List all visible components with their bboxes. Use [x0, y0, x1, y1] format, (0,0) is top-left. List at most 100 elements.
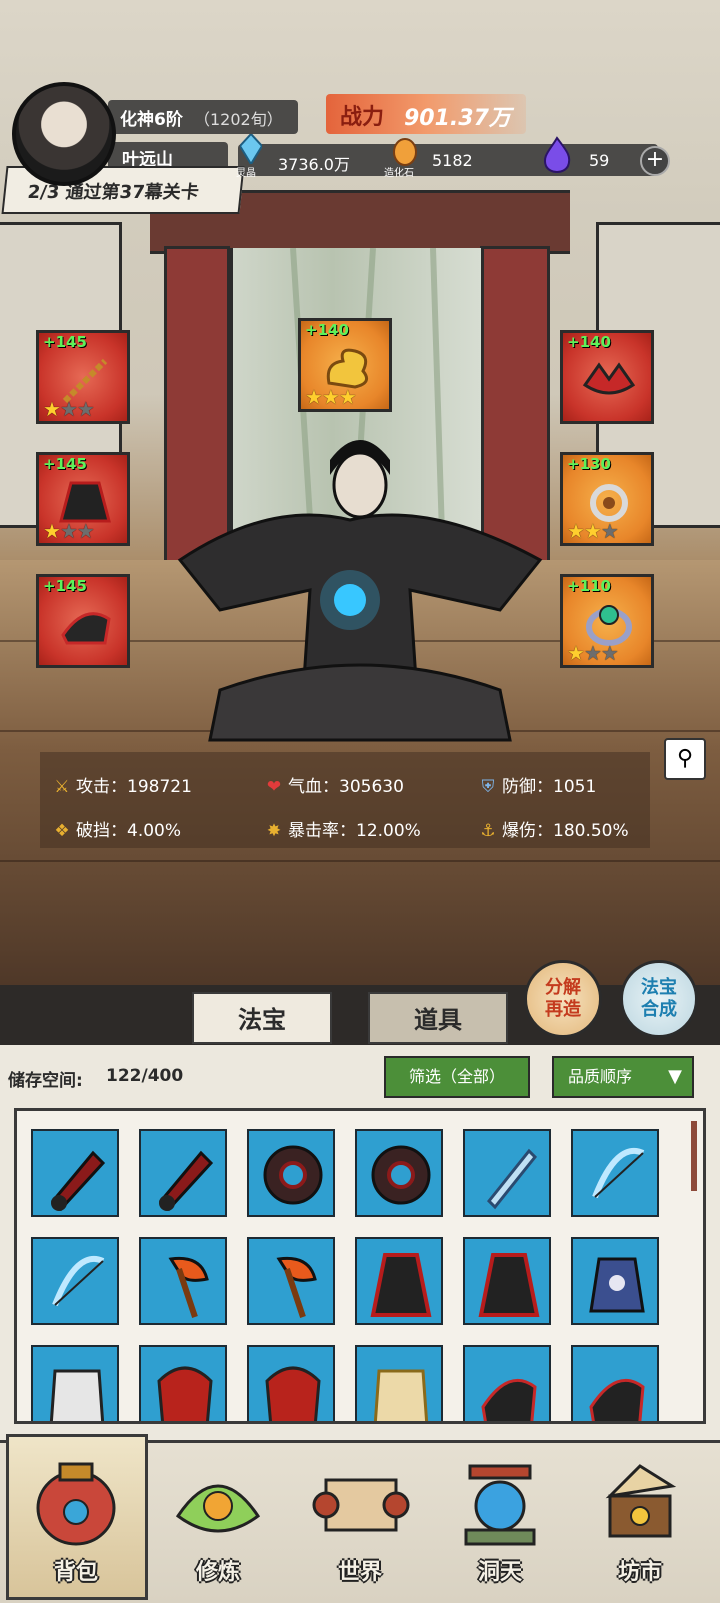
market-icon: [605, 1464, 677, 1538]
nav-market-label: 坊市: [617, 1560, 662, 1585]
nav-bag[interactable]: 背包: [16, 1446, 136, 1596]
decompose-button[interactable]: 分解 再造: [524, 960, 602, 1038]
bag-item-slot[interactable]: [463, 1345, 551, 1421]
star-rating: ★★★: [43, 397, 95, 421]
resource-1-value: 3736.0万: [278, 155, 350, 174]
enhance-level: +140: [567, 333, 611, 351]
nav-world[interactable]: 世界: [300, 1446, 420, 1596]
bag-item-slot[interactable]: [139, 1129, 227, 1217]
star-rating: ★★★: [43, 519, 95, 543]
equip-slot-headgear[interactable]: +140: [560, 330, 654, 424]
bag-item-slot[interactable]: [139, 1237, 227, 1325]
star-rating: ★★★: [567, 641, 619, 665]
power-label: 战力: [340, 105, 385, 130]
nav-world-label: 世界: [337, 1560, 382, 1585]
red-dagger-icon: [158, 1150, 214, 1212]
bag-item-slot[interactable]: [355, 1129, 443, 1217]
storage-value: 122/400: [106, 1066, 184, 1086]
equip-slot-treasure[interactable]: +140 ★★★: [298, 318, 392, 412]
white-armor-icon: [49, 1369, 105, 1421]
realm-text: 化神6阶: [120, 110, 183, 130]
scroll-icon: [312, 1478, 410, 1532]
stat-break: ❖ 破挡：4.00%: [52, 816, 181, 841]
realm-bar: 化神6阶 （1202旬）: [108, 100, 298, 134]
stat-attack: ⚔ 攻击：198721: [52, 772, 192, 797]
bag-item-slot[interactable]: [571, 1237, 659, 1325]
bag-item-slot[interactable]: [571, 1345, 659, 1421]
lotus-icon: [175, 1484, 261, 1533]
sort-dropdown[interactable]: 品质顺序 ▼: [552, 1056, 694, 1098]
tab-items[interactable]: 道具: [368, 992, 508, 1044]
blue-bow-icon: [52, 1256, 105, 1307]
enhance-level: +140: [305, 321, 349, 339]
bag-item-slot[interactable]: [139, 1345, 227, 1421]
blue-bow-icon: [592, 1148, 645, 1199]
enhance-level: +145: [43, 333, 87, 351]
resource-3-value: 59: [589, 151, 610, 170]
fire-axe-icon: [168, 1256, 209, 1318]
star-rating: ★★★: [305, 385, 357, 409]
purple-flame-icon: [544, 136, 571, 173]
resource-1-name: 灵晶: [236, 168, 256, 179]
player-avatar[interactable]: [12, 82, 116, 186]
bag-item-slot[interactable]: [463, 1237, 551, 1325]
storage-label: 储存空间:: [8, 1071, 83, 1091]
orange-stone-icon: [393, 138, 417, 166]
nav-market[interactable]: 坊市: [580, 1446, 700, 1596]
dark-boots-icon: [481, 1378, 537, 1421]
nav-bag-label: 背包: [53, 1560, 98, 1585]
stat-defense: ⛨ 防御：1051: [478, 772, 597, 797]
dark-boots-icon: [589, 1378, 645, 1421]
bag-item-slot[interactable]: [31, 1345, 119, 1421]
item-grid[interactable]: [14, 1108, 706, 1424]
tab-strip: [0, 985, 720, 1045]
equip-slot-armor[interactable]: +145 ★★★: [36, 452, 130, 546]
crown-icon: [582, 362, 636, 395]
add-resource-button[interactable]: +: [640, 146, 670, 176]
meditating-character: [177, 440, 543, 742]
dark-boots-icon: [61, 612, 111, 645]
enhance-level: +130: [567, 455, 611, 473]
bag-item-slot[interactable]: [355, 1345, 443, 1421]
power-panel: 战力 901.37万: [326, 94, 526, 134]
bag-item-slot[interactable]: [355, 1237, 443, 1325]
enhance-level: +110: [567, 577, 611, 595]
bag-item-slot[interactable]: [247, 1129, 335, 1217]
equip-slot-necklace[interactable]: +130 ★★★: [560, 452, 654, 546]
equip-slot-ring[interactable]: +110 ★★★: [560, 574, 654, 668]
nav-cave-label: 洞天: [477, 1560, 522, 1585]
equip-slot-weapon[interactable]: +145 ★★★: [36, 330, 130, 424]
tab-treasure[interactable]: 法宝: [192, 992, 332, 1044]
blue-crystal-icon: [240, 134, 262, 164]
star-rating: ★★★: [567, 519, 619, 543]
synthesize-button[interactable]: 法宝 合成: [620, 960, 698, 1038]
nav-cave[interactable]: 洞天: [440, 1446, 560, 1596]
bag-item-slot[interactable]: [31, 1237, 119, 1325]
bag-item-slot[interactable]: [247, 1237, 335, 1325]
fire-axe-icon: [276, 1256, 317, 1318]
enhance-level: +145: [43, 455, 87, 473]
bag-item-slot[interactable]: [247, 1345, 335, 1421]
bag-item-slot[interactable]: [31, 1129, 119, 1217]
red-armor-icon: [265, 1366, 321, 1421]
blue-robe-icon: [589, 1257, 645, 1313]
power-value: 901.37万: [404, 106, 511, 131]
chevron-down-icon: ▼: [668, 1066, 682, 1087]
heart-icon: ❤: [266, 777, 282, 797]
break-icon: ❖: [54, 821, 70, 841]
scrollbar[interactable]: [691, 1121, 697, 1191]
bag-item-slot[interactable]: [571, 1129, 659, 1217]
equip-slot-boots[interactable]: +145: [36, 574, 130, 668]
filter-button[interactable]: 筛选（全部）: [384, 1056, 530, 1098]
red-dagger-icon: [50, 1150, 106, 1212]
blue-sword-icon: [486, 1148, 538, 1210]
bag-item-slot[interactable]: [463, 1129, 551, 1217]
nav-cultivate[interactable]: 修炼: [158, 1446, 278, 1596]
magnifier-icon[interactable]: ⚲: [664, 738, 706, 780]
red-armor-icon: [157, 1366, 213, 1421]
shield-icon: ⛨: [481, 777, 495, 797]
stat-crit-damage: ⚓ 爆伤：180.50%: [478, 816, 628, 841]
portal-icon: [464, 1464, 536, 1546]
bag-icon: [36, 1462, 116, 1546]
resource-2-name: 造化石: [384, 168, 414, 179]
